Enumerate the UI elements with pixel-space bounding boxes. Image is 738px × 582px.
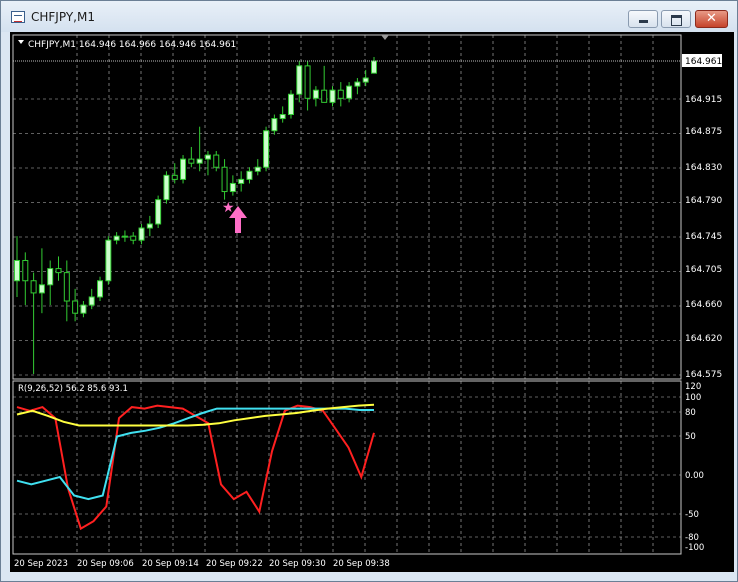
time-tick: 20 Sep 09:38 [333, 559, 390, 569]
price-chart[interactable]: CHFJPY,M1 164.946 164.966 164.946 164.96… [10, 32, 734, 572]
candle-body [121, 235, 128, 238]
candle-body [130, 235, 137, 241]
candle-body [22, 259, 29, 282]
candle-body [346, 85, 353, 99]
candle-body [263, 130, 270, 168]
indicator-tick: -80 [685, 533, 699, 543]
title-bar[interactable]: CHFJPY,M1 ✕ [1, 1, 737, 32]
candle-body [204, 154, 211, 160]
indicator-tick: 100 [685, 393, 701, 403]
indicator-tick: 120 [685, 382, 701, 392]
maximize-icon [662, 11, 690, 27]
indicator-tick: -50 [685, 510, 699, 520]
price-tick: 164.705 [685, 265, 722, 275]
price-tick: 164.830 [685, 163, 722, 173]
candle-body [196, 158, 203, 164]
minimize-button[interactable] [628, 10, 658, 28]
candle-body [296, 65, 303, 95]
candle-body [354, 81, 361, 87]
minimize-icon [629, 11, 657, 27]
indicator-label: R(9,26,52) 56.2 85.6 93.1 [18, 384, 128, 394]
candle-body [72, 300, 79, 314]
current-price-label: 164.961 [685, 57, 722, 67]
indicator-tick: -100 [685, 543, 704, 553]
candle-body [38, 284, 45, 294]
maximize-button[interactable] [661, 10, 691, 28]
candle-body [287, 93, 294, 116]
price-tick: 164.875 [685, 127, 722, 137]
time-tick: 20 Sep 09:30 [269, 559, 326, 569]
close-icon: ✕ [706, 11, 717, 26]
candle-body [97, 280, 104, 298]
candle-body [229, 182, 236, 193]
candle-body [312, 89, 319, 99]
candle-body [271, 118, 278, 132]
indicator-tick: 0.00 [685, 471, 704, 481]
candle-body [88, 296, 95, 306]
candle-body [246, 170, 253, 180]
time-tick: 20 Sep 09:06 [77, 559, 134, 569]
candle-body [362, 77, 369, 83]
candle-body [304, 65, 311, 99]
candle-body [337, 89, 344, 99]
candle-body [47, 268, 54, 286]
candle-body [14, 259, 20, 282]
window-title: CHFJPY,M1 [31, 10, 95, 24]
price-tick: 164.790 [685, 196, 722, 206]
candle-body [146, 223, 153, 229]
chart-window-icon [11, 11, 25, 23]
candle-body [163, 174, 170, 201]
candle-body [371, 60, 377, 74]
candle-body [180, 158, 187, 180]
candle-body [279, 114, 286, 120]
chart-window: CHFJPY,M1 ✕ CHFJPY,M1 164.946 164.966 16… [0, 0, 738, 582]
candle-body [188, 158, 195, 164]
candle-body [138, 227, 145, 241]
chart-area[interactable]: CHFJPY,M1 164.946 164.966 164.946 164.96… [10, 32, 734, 572]
candle-body [321, 89, 328, 103]
candle-body [171, 174, 178, 180]
candle-body [105, 239, 112, 282]
candle-body [254, 166, 261, 172]
price-tick: 164.575 [685, 370, 722, 380]
candle-body [329, 89, 336, 103]
candle-body [30, 280, 37, 294]
price-tick: 164.620 [685, 334, 722, 344]
candle-body [213, 154, 220, 168]
time-tick: 20 Sep 09:14 [142, 559, 199, 569]
indicator-tick: 80 [685, 408, 696, 418]
price-tick: 164.915 [685, 95, 722, 105]
close-button[interactable]: ✕ [695, 10, 728, 28]
price-tick: 164.745 [685, 232, 722, 242]
chart-background [10, 32, 734, 572]
price-tick: 164.660 [685, 300, 722, 310]
indicator-tick: 50 [685, 432, 696, 442]
time-tick: 20 Sep 09:22 [206, 559, 263, 569]
candle-body [113, 235, 120, 241]
candle-body [55, 268, 62, 274]
candle-body [63, 272, 70, 302]
candle-body [238, 178, 245, 184]
time-tick: 20 Sep 2023 [14, 559, 68, 569]
chart-header: CHFJPY,M1 164.946 164.966 164.946 164.96… [28, 40, 236, 50]
candle-body [155, 199, 162, 225]
candle-body [80, 304, 87, 314]
candle-body [221, 166, 228, 193]
